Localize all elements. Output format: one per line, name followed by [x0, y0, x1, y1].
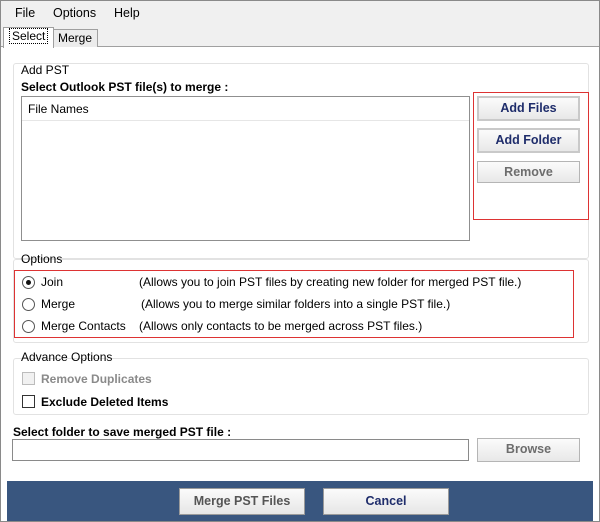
merge-contacts-description: (Allows only contacts to be merged acros… [139, 319, 423, 333]
join-label[interactable]: Join [41, 275, 63, 289]
merge-contacts-radio[interactable] [22, 320, 35, 333]
remove-duplicates-label[interactable]: Remove Duplicates [41, 372, 152, 386]
add-folder-button[interactable]: Add Folder [477, 128, 580, 153]
select-tab-panel: Add PST Select Outlook PST file(s) to me… [1, 47, 599, 475]
save-folder-label: Select folder to save merged PST file : [13, 425, 232, 439]
pst-file-list[interactable]: File Names [21, 96, 470, 241]
tab-select[interactable]: Select [3, 27, 55, 48]
tab-merge[interactable]: Merge [52, 29, 99, 47]
merge-description: (Allows you to merge similar folders int… [141, 297, 451, 311]
tab-select-label: Select [9, 28, 49, 44]
menu-help[interactable]: Help [114, 6, 140, 20]
browse-button[interactable]: Browse [477, 438, 580, 462]
app-window: File Options Help Select Merge Add PST S… [0, 0, 600, 522]
add-pst-title: Add PST [21, 63, 70, 77]
save-folder-input[interactable] [12, 439, 469, 461]
menu-file[interactable]: File [15, 6, 35, 20]
exclude-deleted-label[interactable]: Exclude Deleted Items [41, 395, 168, 409]
merge-radio[interactable] [22, 298, 35, 311]
add-pst-instruction: Select Outlook PST file(s) to merge : [21, 80, 229, 94]
footer-bar: Merge PST Files Cancel [7, 481, 593, 521]
file-names-column-header[interactable]: File Names [22, 97, 469, 121]
remove-duplicates-checkbox[interactable] [22, 372, 35, 385]
merge-label[interactable]: Merge [41, 297, 75, 311]
options-title: Options [21, 252, 63, 266]
merge-pst-files-button[interactable]: Merge PST Files [179, 488, 305, 515]
menu-bar: File Options Help [1, 1, 599, 27]
join-radio[interactable] [22, 276, 35, 289]
tab-merge-label: Merge [58, 31, 93, 45]
tab-strip: Select Merge [1, 27, 599, 48]
merge-contacts-label[interactable]: Merge Contacts [41, 319, 126, 333]
remove-button[interactable]: Remove [477, 161, 580, 183]
cancel-button[interactable]: Cancel [323, 488, 449, 515]
join-description: (Allows you to join PST files by creatin… [139, 275, 522, 289]
menu-options[interactable]: Options [53, 6, 96, 20]
add-files-button[interactable]: Add Files [477, 96, 580, 121]
advance-options-title: Advance Options [21, 350, 113, 364]
exclude-deleted-checkbox[interactable] [22, 395, 35, 408]
